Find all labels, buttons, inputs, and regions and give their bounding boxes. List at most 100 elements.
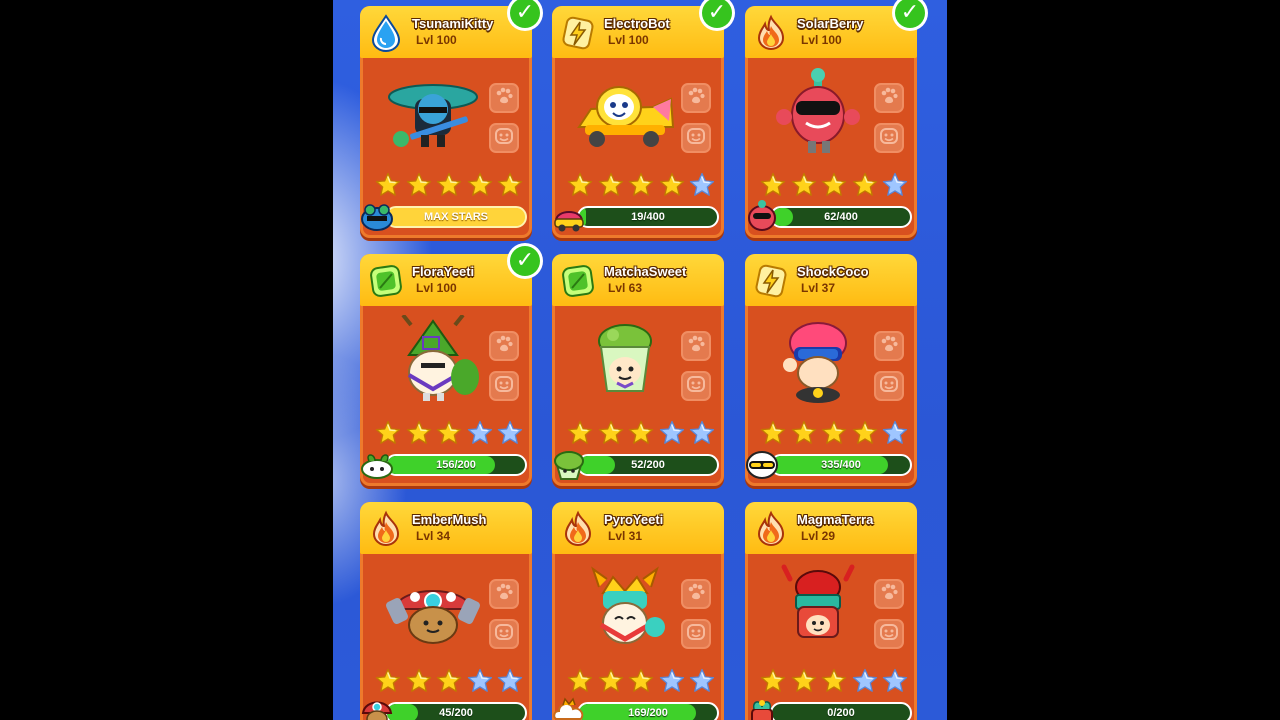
tsunami-kitty-figure [381, 67, 485, 161]
card-header: EmberMush Lvl 34 [360, 502, 532, 554]
star-rating [567, 420, 715, 446]
star-progress-bar: 62/400 [770, 206, 912, 228]
emote-face-icon [494, 126, 514, 150]
emote-button[interactable] [681, 619, 711, 649]
star-progress-bar: 45/200 [385, 702, 527, 720]
blue-star-icon [467, 668, 493, 694]
gold-star-icon [628, 420, 654, 446]
gold-star-icon [567, 172, 593, 198]
star-rating [375, 420, 523, 446]
emote-face-icon [494, 622, 514, 646]
paw-button[interactable] [874, 331, 904, 361]
emote-button[interactable] [489, 123, 519, 153]
emote-face-icon [686, 374, 706, 398]
gold-star-icon [791, 668, 817, 694]
gold-star-icon [821, 420, 847, 446]
gold-star-icon [497, 172, 523, 198]
sprout-badge-icon [359, 447, 395, 481]
frog-badge-icon [359, 199, 395, 233]
card-header: ShockCoco Lvl 37 [745, 254, 917, 306]
card-header: PyroYeeti Lvl 31 [552, 502, 724, 554]
star-progress-bar: 335/400 [770, 454, 912, 476]
gold-star-icon [659, 172, 685, 198]
star-rating [567, 172, 715, 198]
electro-bot-figure [573, 67, 677, 161]
character-card[interactable]: MatchaSweet Lvl 63 52/200 [552, 254, 724, 486]
paw-button[interactable] [489, 579, 519, 609]
character-level: Lvl 100 [608, 33, 649, 47]
paw-button[interactable] [489, 83, 519, 113]
character-card[interactable]: TsunamiKitty Lvl 100 ✓ MAX STARS [359, 0, 543, 238]
gold-star-icon [598, 172, 624, 198]
fire-icon [368, 510, 404, 548]
character-card[interactable]: MagmaTerra Lvl 29 0/200 [745, 502, 917, 720]
character-card[interactable]: PyroYeeti Lvl 31 169/200 [552, 502, 724, 720]
gold-star-icon [567, 420, 593, 446]
character-name: FloraYeeti [412, 264, 475, 279]
progress-label: 19/400 [631, 211, 665, 223]
emote-button[interactable] [874, 619, 904, 649]
paw-icon [494, 334, 514, 358]
character-name: EmberMush [412, 512, 487, 527]
completed-check-icon: ✓ [507, 243, 543, 279]
character-level: Lvl 100 [416, 281, 457, 295]
progress-label: 169/200 [628, 707, 668, 719]
progress-label: 156/200 [436, 459, 476, 471]
blue-star-icon [882, 172, 908, 198]
gold-star-icon [852, 420, 878, 446]
star-progress-bar: 19/400 [577, 206, 719, 228]
character-card[interactable]: SolarBerry Lvl 100 ✓ 62/400 [745, 0, 928, 238]
lightning-icon [560, 14, 596, 52]
paw-icon [686, 582, 706, 606]
card-header: MagmaTerra Lvl 29 [745, 502, 917, 554]
character-level: Lvl 29 [801, 529, 836, 543]
emote-button[interactable] [874, 123, 904, 153]
star-rating [567, 668, 715, 694]
emote-face-icon [879, 622, 899, 646]
leaf-icon [368, 262, 404, 300]
paw-button[interactable] [874, 83, 904, 113]
character-level: Lvl 100 [801, 33, 842, 47]
blue-star-icon [882, 420, 908, 446]
blue-star-icon [852, 668, 878, 694]
gold-star-icon [852, 172, 878, 198]
fire-icon [753, 510, 789, 548]
cupcake-badge-icon [551, 447, 587, 481]
paw-button[interactable] [681, 83, 711, 113]
gold-star-icon [375, 420, 401, 446]
blue-star-icon [689, 172, 715, 198]
paw-button[interactable] [681, 331, 711, 361]
paw-button[interactable] [874, 579, 904, 609]
blue-star-icon [497, 668, 523, 694]
character-card[interactable]: FloraYeeti Lvl 100 ✓ 156/200 [359, 243, 543, 486]
emote-button[interactable] [681, 371, 711, 401]
character-card[interactable]: ShockCoco Lvl 37 335/400 [745, 254, 917, 486]
emote-button[interactable] [874, 371, 904, 401]
paw-button[interactable] [681, 579, 711, 609]
character-name: ShockCoco [797, 264, 869, 279]
character-level: Lvl 34 [416, 529, 451, 543]
star-progress-bar: MAX STARS [385, 206, 527, 228]
paw-button[interactable] [489, 331, 519, 361]
gold-star-icon [567, 668, 593, 694]
emote-button[interactable] [489, 619, 519, 649]
emote-button[interactable] [489, 371, 519, 401]
progress-label: 45/200 [439, 707, 473, 719]
character-card[interactable]: ElectroBot Lvl 100 ✓ 19/400 [552, 0, 735, 238]
paw-icon [686, 86, 706, 110]
solar-berry-figure [766, 67, 870, 161]
gold-star-icon [791, 420, 817, 446]
star-progress-bar: 156/200 [385, 454, 527, 476]
emote-face-icon [879, 126, 899, 150]
star-progress-bar: 169/200 [577, 702, 719, 720]
character-card[interactable]: EmberMush Lvl 34 45/200 [360, 502, 532, 720]
blue-star-icon [497, 420, 523, 446]
gold-star-icon [821, 172, 847, 198]
magma-terra-figure [766, 563, 870, 657]
paw-icon [494, 86, 514, 110]
emote-button[interactable] [681, 123, 711, 153]
paw-icon [879, 86, 899, 110]
character-level: Lvl 63 [608, 281, 643, 295]
blue-star-icon [659, 668, 685, 694]
character-name: SolarBerry [797, 16, 864, 31]
